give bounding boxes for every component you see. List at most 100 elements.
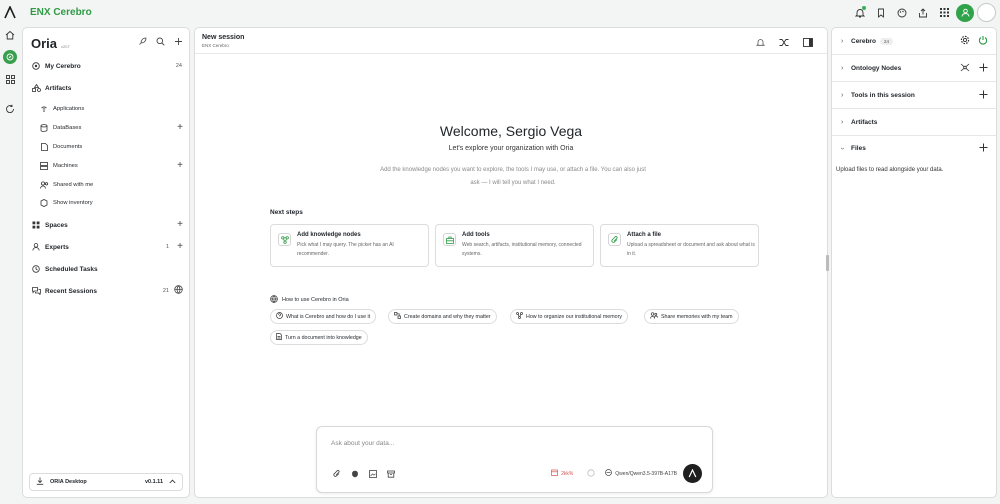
usage-percent: 2kk% <box>561 470 574 477</box>
sidebar-item-experts[interactable]: Experts 1 + <box>23 240 191 254</box>
add-space-plus-icon[interactable]: + <box>177 220 183 230</box>
modules-grid-icon[interactable] <box>3 72 17 86</box>
shapes-icon <box>31 83 41 93</box>
toggle-panel-icon[interactable] <box>803 38 813 49</box>
chip-label: How to organize our institutional memory <box>526 313 622 320</box>
home-icon[interactable] <box>3 28 17 42</box>
refresh-icon[interactable] <box>3 102 17 116</box>
add-machine-plus-icon[interactable]: + <box>177 161 183 171</box>
archive-tool-icon[interactable] <box>385 468 396 479</box>
session-bell-icon[interactable] <box>755 38 766 49</box>
chat-bubbles-icon <box>31 286 41 296</box>
session-subtitle: ENX Cerebro <box>202 43 229 48</box>
sidebar-item-recent-sessions[interactable]: Recent Sessions 21 <box>23 284 191 298</box>
new-item-plus-icon[interactable] <box>174 37 183 48</box>
sidebar-item-scheduled-tasks[interactable]: Scheduled Tasks <box>23 262 191 276</box>
add-ontology-plus-icon[interactable] <box>979 63 988 74</box>
settings-gear-icon[interactable] <box>960 35 970 47</box>
welcome-tagline: Let's explore your organization with Ori… <box>448 145 574 152</box>
chat-composer[interactable]: Ask about your data... 2kk% Qwen/Qwen3.5… <box>316 426 713 493</box>
attach-paperclip-icon[interactable] <box>331 468 342 479</box>
panel-resize-handle[interactable] <box>826 255 829 271</box>
composer-placeholder[interactable]: Ask about your data... <box>331 440 394 447</box>
chevron-down-icon[interactable]: › <box>839 147 846 149</box>
add-database-plus-icon[interactable]: + <box>177 123 183 133</box>
add-expert-plus-icon[interactable]: + <box>177 242 183 252</box>
section-artifacts[interactable]: › Artifacts <box>832 109 996 136</box>
chip-share-memories[interactable]: Share memories with my team <box>644 309 739 324</box>
section-label: Cerebro <box>851 37 876 45</box>
add-tool-plus-icon[interactable] <box>979 90 988 101</box>
database-icon <box>39 123 49 133</box>
card-description: Upload a spreadsheet or document and ask… <box>627 242 755 257</box>
sidebar-item-my-cerebro[interactable]: My Cerebro 24 <box>23 59 191 73</box>
card-attach-file[interactable]: Attach a file Upload a spreadsheet or do… <box>600 224 759 267</box>
rocket-icon[interactable] <box>138 37 147 48</box>
chip-what-is-cerebro[interactable]: What is Cerebro and how do I use it <box>270 309 377 324</box>
paperclip-icon <box>608 233 621 246</box>
graph-nodes-icon[interactable] <box>960 63 970 74</box>
section-tools-in-session[interactable]: › Tools in this session <box>832 82 996 109</box>
model-selector[interactable]: Qwen/Qwen3.5-397B-A17B <box>615 471 677 477</box>
users-icon <box>39 180 49 190</box>
card-add-tools[interactable]: Add tools Web search, artifacts, institu… <box>435 224 594 267</box>
welcome-hint: Add the knowledge nodes you want to expl… <box>380 167 646 186</box>
card-description: Web search, artifacts, institutional mem… <box>462 242 582 257</box>
section-files[interactable]: › Files <box>832 135 996 162</box>
progress-ring-icon <box>587 468 595 479</box>
sidebar-item-label: Scheduled Tasks <box>45 265 98 273</box>
sidebar-item-label: DataBases <box>53 125 82 131</box>
chevron-right-icon[interactable]: › <box>841 65 843 72</box>
toolbox-icon <box>443 233 456 246</box>
sidebar-item-documents[interactable]: Documents <box>23 140 191 154</box>
sidebar-item-label: My Cerebro <box>45 62 81 70</box>
palette-icon[interactable] <box>893 4 911 22</box>
sidebar-item-label: Spaces <box>45 221 68 229</box>
section-ontology-nodes[interactable]: › Ontology Nodes <box>832 55 996 82</box>
globe-icon[interactable] <box>174 285 183 297</box>
sidebar-item-databases[interactable]: DataBases + <box>23 121 191 135</box>
send-button[interactable] <box>683 464 702 483</box>
chevron-up-icon[interactable] <box>169 479 176 486</box>
chip-create-domains[interactable]: Create domains and why they matter <box>388 309 497 324</box>
desktop-app-version: v0.1.11 <box>144 479 163 485</box>
nodes-icon <box>278 233 291 246</box>
sidebar-item-artifacts[interactable]: Artifacts <box>23 81 191 95</box>
bookmark-icon[interactable] <box>872 4 890 22</box>
chevron-right-icon[interactable]: › <box>841 119 843 126</box>
chevron-right-icon[interactable]: › <box>841 92 843 99</box>
sidebar-item-machines[interactable]: Machines + <box>23 159 191 173</box>
count-badge: 24 <box>175 63 182 69</box>
card-add-knowledge-nodes[interactable]: Add knowledge nodes Pick what I may quer… <box>270 224 429 267</box>
card-title: Add knowledge nodes <box>297 232 361 238</box>
secondary-avatar[interactable] <box>977 3 996 22</box>
section-cerebro[interactable]: › Cerebro 24 <box>832 28 996 55</box>
chip-organize-memory[interactable]: How to organize our institutional memory <box>510 309 628 324</box>
share-icon[interactable] <box>914 4 932 22</box>
chevron-right-icon[interactable]: › <box>841 38 843 45</box>
brain-tool-icon[interactable] <box>349 468 360 479</box>
cerebro-compass-icon[interactable] <box>3 50 17 64</box>
chip-turn-document-into-knowledge[interactable]: Turn a document into knowledge <box>270 330 368 345</box>
sidebar-item-spaces[interactable]: Spaces + <box>23 218 191 232</box>
model-selector-icon[interactable] <box>605 469 613 478</box>
how-to-heading: How to use Cerebro in Oria <box>270 295 349 305</box>
user-avatar[interactable] <box>956 3 974 22</box>
clock-icon <box>31 264 41 274</box>
section-label: Ontology Nodes <box>851 64 902 72</box>
image-tool-icon[interactable] <box>367 468 378 479</box>
notifications-bell-icon[interactable] <box>851 4 869 22</box>
power-icon[interactable] <box>978 35 988 47</box>
add-file-plus-icon[interactable] <box>979 143 988 154</box>
search-icon[interactable] <box>156 37 165 48</box>
download-icon <box>36 477 44 487</box>
apps-grid-icon[interactable] <box>935 4 953 22</box>
desktop-app-footer[interactable]: ORIA Desktop v0.1.11 <box>29 473 183 491</box>
sidebar-item-applications[interactable]: Applications <box>23 102 191 116</box>
sidebar: Oria v207 My Cerebro 24 Artifacts Applic… <box>22 27 190 498</box>
count-badge: 1 <box>165 244 169 250</box>
oria-logo-icon[interactable] <box>0 0 20 24</box>
sidebar-item-shared-with-me[interactable]: Shared with me <box>23 178 191 192</box>
shuffle-icon[interactable] <box>779 38 789 49</box>
sidebar-item-show-inventory[interactable]: Show inventory <box>23 196 191 210</box>
